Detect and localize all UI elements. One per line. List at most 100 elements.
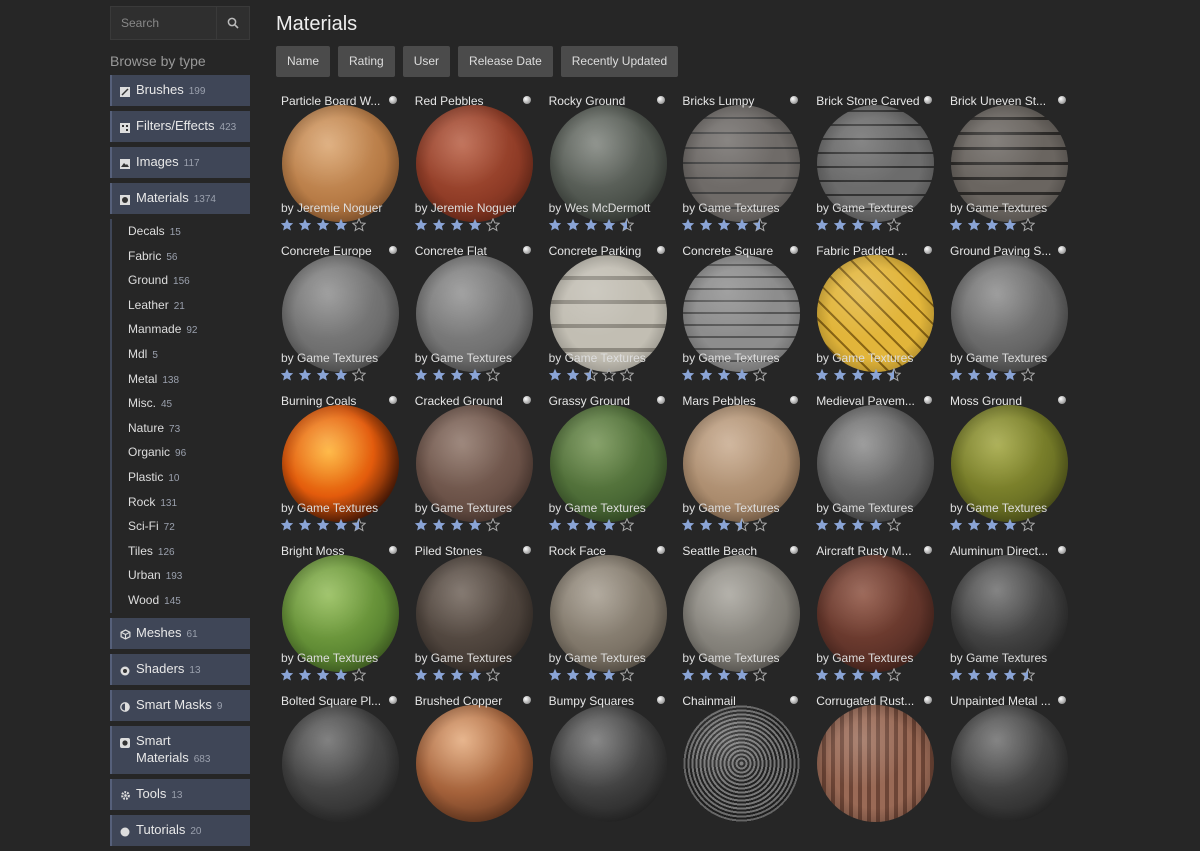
star-rating[interactable]	[414, 368, 500, 382]
star-rating[interactable]	[681, 518, 768, 532]
category-smart-masks[interactable]: Smart Masks 9	[110, 689, 250, 721]
subtype-decals[interactable]: Decals 15	[128, 219, 250, 244]
material-card[interactable]: Mars Pebbles by Game Textures	[677, 392, 801, 542]
star-icon	[298, 368, 312, 382]
subtype-ground[interactable]: Ground 156	[128, 268, 250, 293]
material-preview-sphere[interactable]	[415, 705, 533, 822]
subtype-mdl[interactable]: Mdl 5	[128, 342, 250, 367]
material-card[interactable]: Bumpy Squares	[544, 692, 668, 842]
star-rating[interactable]	[815, 368, 902, 382]
star-rating[interactable]	[548, 218, 634, 232]
material-card[interactable]: Unpainted Metal ...	[945, 692, 1069, 842]
subtype-organic[interactable]: Organic 96	[128, 440, 250, 465]
material-preview-sphere[interactable]	[549, 705, 667, 822]
sort-name-button[interactable]: Name	[276, 46, 331, 77]
star-rating[interactable]	[949, 368, 1035, 382]
category-shaders[interactable]: Shaders 13	[110, 653, 250, 685]
material-card[interactable]: Fabric Padded ... by Game Textures	[811, 242, 935, 392]
subtype-leather[interactable]: Leather 21	[128, 293, 250, 318]
subtype-fabric[interactable]: Fabric 56	[128, 244, 250, 269]
subtype-wood[interactable]: Wood 145	[128, 588, 250, 613]
material-card[interactable]: Aluminum Direct... by Game Textures	[945, 542, 1069, 692]
subtype-tiles[interactable]: Tiles 126	[128, 539, 250, 564]
material-author: by Game Textures	[682, 501, 780, 515]
material-card[interactable]: Brick Uneven St... by Game Textures	[945, 92, 1069, 242]
star-rating[interactable]	[681, 368, 768, 382]
material-card[interactable]: Medieval Pavem... by Game Textures	[811, 392, 935, 542]
material-card[interactable]: Burning Coals by Game Textures	[276, 392, 400, 542]
material-card[interactable]: Bright Moss by Game Textures	[276, 542, 400, 692]
star-rating[interactable]	[548, 518, 634, 532]
material-card[interactable]: Particle Board W... by Jeremie Noguer	[276, 92, 400, 242]
material-card[interactable]: Rocky Ground by Wes McDermott	[544, 92, 668, 242]
material-card[interactable]: Brick Stone Carved by Game Textures	[811, 92, 935, 242]
material-card[interactable]: Aircraft Rusty M... by Game Textures	[811, 542, 935, 692]
material-card[interactable]: Brushed Copper	[410, 692, 534, 842]
category-images[interactable]: Images 117	[110, 147, 250, 178]
material-preview-sphere[interactable]	[951, 705, 1068, 822]
material-card[interactable]: Bricks Lumpy by Game Textures	[677, 92, 801, 242]
category-filters-effects[interactable]: Filters/Effects 423	[110, 111, 250, 142]
star-rating[interactable]	[949, 518, 1035, 532]
material-preview-sphere[interactable]	[817, 705, 935, 822]
search-button[interactable]	[216, 7, 249, 39]
subtype-plastic[interactable]: Plastic 10	[128, 465, 250, 490]
material-card[interactable]: Piled Stones by Game Textures	[410, 542, 534, 692]
star-rating[interactable]	[548, 368, 634, 382]
material-card[interactable]: Grassy Ground by Game Textures	[544, 392, 668, 542]
category-meshes[interactable]: Meshes 61	[110, 617, 250, 649]
material-type-icon	[924, 246, 933, 254]
subtype-nature[interactable]: Nature 73	[128, 416, 250, 441]
star-rating[interactable]	[280, 668, 366, 682]
material-preview-sphere[interactable]	[683, 705, 801, 822]
star-rating[interactable]	[414, 518, 500, 532]
material-card[interactable]: Chainmail	[677, 692, 801, 842]
star-rating[interactable]	[681, 668, 768, 682]
material-card[interactable]: Concrete Europe by Game Textures	[276, 242, 400, 392]
star-rating[interactable]	[548, 668, 634, 682]
category-tutorials[interactable]: Tutorials 20	[110, 814, 250, 846]
subtype-misc-[interactable]: Misc. 45	[128, 391, 250, 416]
category-smart-materials[interactable]: Smart Materials 683	[110, 725, 250, 774]
material-card[interactable]: Rock Face by Game Textures	[544, 542, 668, 692]
star-rating[interactable]	[949, 668, 1035, 682]
star-icon	[548, 218, 562, 232]
star-rating[interactable]	[815, 668, 902, 682]
star-rating[interactable]	[414, 218, 500, 232]
subtype-count: 96	[175, 448, 187, 460]
subtype-metal[interactable]: Metal 138	[128, 367, 250, 392]
star-rating[interactable]	[681, 218, 768, 232]
star-rating[interactable]	[949, 218, 1035, 232]
star-rating[interactable]	[280, 368, 366, 382]
category-tools[interactable]: Tools 13	[110, 778, 250, 810]
star-rating[interactable]	[815, 218, 902, 232]
sort-rating-button[interactable]: Rating	[338, 46, 395, 77]
subtype-sci-fi[interactable]: Sci-Fi 72	[128, 514, 250, 539]
material-card[interactable]: Moss Ground by Game Textures	[945, 392, 1069, 542]
material-card[interactable]: Concrete Parking by Game Textures	[544, 242, 668, 392]
material-card[interactable]: Bolted Square Pl...	[276, 692, 400, 842]
sort-recently-updated-button[interactable]: Recently Updated	[560, 46, 679, 77]
material-card[interactable]: Ground Paving S... by Game Textures	[945, 242, 1069, 392]
subtype-urban[interactable]: Urban 193	[128, 563, 250, 588]
material-preview-sphere[interactable]	[282, 705, 399, 822]
search-input[interactable]	[111, 7, 217, 39]
material-ball-icon	[120, 192, 130, 205]
sort-release-date-button[interactable]: Release Date	[458, 46, 553, 77]
material-author: by Game Textures	[414, 351, 512, 365]
category-materials[interactable]: Materials 1374	[110, 183, 250, 214]
subtype-rock[interactable]: Rock 131	[128, 490, 250, 515]
material-card[interactable]: Cracked Ground by Game Textures	[410, 392, 534, 542]
star-rating[interactable]	[280, 518, 366, 532]
subtype-manmade[interactable]: Manmade 92	[128, 317, 250, 342]
star-rating[interactable]	[815, 518, 902, 532]
material-card[interactable]: Seattle Beach by Game Textures	[677, 542, 801, 692]
material-card[interactable]: Concrete Square by Game Textures	[677, 242, 801, 392]
star-rating[interactable]	[414, 668, 500, 682]
material-card[interactable]: Concrete Flat by Game Textures	[410, 242, 534, 392]
material-card[interactable]: Corrugated Rust...	[811, 692, 935, 842]
category-brushes[interactable]: Brushes 199	[110, 75, 250, 106]
star-rating[interactable]	[280, 218, 366, 232]
material-card[interactable]: Red Pebbles by Jeremie Noguer	[410, 92, 534, 242]
sort-user-button[interactable]: User	[402, 46, 451, 77]
